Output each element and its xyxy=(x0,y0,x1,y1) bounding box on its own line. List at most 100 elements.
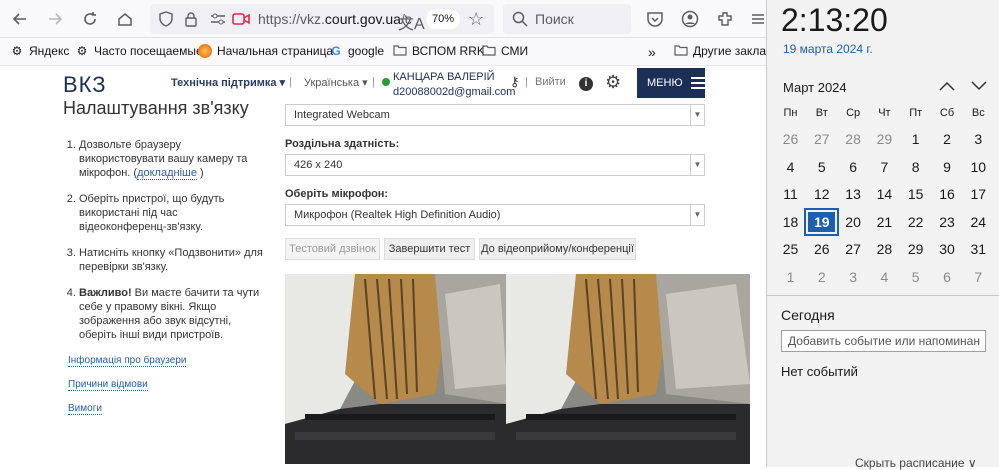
calendar-day[interactable]: 26 xyxy=(806,237,837,261)
calendar-day[interactable]: 22 xyxy=(900,210,931,234)
weekday-label: Сб xyxy=(939,107,955,119)
chevron-down-icon[interactable] xyxy=(971,78,987,94)
calendar-day[interactable]: 2 xyxy=(806,265,837,289)
calendar-day[interactable]: 29 xyxy=(869,127,900,151)
bookmark-folder-other[interactable]: Другие закладк xyxy=(674,44,778,58)
calendar-day[interactable]: 7 xyxy=(869,155,900,179)
calendar-day[interactable]: 28 xyxy=(838,127,869,151)
requirements-link[interactable]: Вимоги xyxy=(68,403,102,415)
calendar-day[interactable]: 4 xyxy=(869,265,900,289)
search-bar[interactable]: Поиск xyxy=(503,4,631,34)
calendar-day[interactable]: 16 xyxy=(932,182,963,206)
extensions-icon[interactable] xyxy=(713,7,737,31)
folder-icon xyxy=(393,44,407,58)
calendar-day[interactable]: 2 xyxy=(932,127,963,151)
clock-time: 2:13:20 xyxy=(781,2,888,38)
resolution-select[interactable]: 426 x 240 ▼ xyxy=(285,154,705,176)
calendar-day[interactable]: 7 xyxy=(963,265,994,289)
url-bar[interactable]: https://vkz.court.gov.ua/c 文A 70% ☆ xyxy=(150,4,494,34)
site-logo[interactable]: ВКЗ xyxy=(63,72,107,98)
info-icon[interactable]: i xyxy=(579,77,593,91)
go-to-conference-button[interactable]: До відеоприйому/конференції xyxy=(479,238,636,260)
permissions-icon[interactable] xyxy=(210,11,226,32)
translate-icon[interactable]: 文A xyxy=(398,10,425,34)
calendar-day[interactable]: 6 xyxy=(932,265,963,289)
calendar-day[interactable]: 27 xyxy=(806,127,837,151)
calendar-day[interactable]: 31 xyxy=(963,237,994,261)
user-name[interactable]: КАНЦАРА ВАЛЕРІЙ xyxy=(393,71,495,83)
calendar-day[interactable]: 1 xyxy=(900,127,931,151)
calendar-day[interactable]: 1 xyxy=(775,265,806,289)
calendar-day-today[interactable]: 19 xyxy=(804,207,840,236)
language-menu[interactable]: Українська ▾ xyxy=(304,76,368,89)
details-link[interactable]: докладніше xyxy=(137,167,197,180)
chevron-up-icon[interactable] xyxy=(939,78,955,94)
calendar-day[interactable]: 14 xyxy=(869,182,900,206)
globe-icon: ⚙ xyxy=(11,44,23,58)
bookmarks-overflow-icon[interactable]: » xyxy=(648,44,656,60)
calendar-day[interactable]: 3 xyxy=(963,127,994,151)
end-test-button[interactable]: Завершити тест xyxy=(384,238,475,260)
calendar-day[interactable]: 11 xyxy=(775,182,806,206)
menu-button[interactable]: МЕНЮ xyxy=(637,68,709,98)
calendar-day[interactable]: 20 xyxy=(838,210,869,234)
calendar-day[interactable]: 3 xyxy=(838,265,869,289)
bookmark-google[interactable]: Ggoogle xyxy=(329,44,384,58)
account-icon[interactable] xyxy=(678,7,702,31)
calendar-day[interactable]: 6 xyxy=(838,155,869,179)
home-icon[interactable] xyxy=(113,7,137,31)
instructions-list: Дозвольте браузеру використовувати вашу … xyxy=(67,138,267,354)
calendar-day[interactable]: 9 xyxy=(932,155,963,179)
add-event-input[interactable]: Добавить событие или напоминан xyxy=(781,330,986,352)
calendar-day[interactable]: 10 xyxy=(963,155,994,179)
bookmark-folder-vspom[interactable]: ВСПОМ RRK xyxy=(393,44,485,58)
calendar-day[interactable]: 24 xyxy=(963,210,994,234)
hide-schedule-button[interactable]: Скрыть расписание ∨ xyxy=(855,456,977,470)
rejection-reasons-link[interactable]: Причини відмови xyxy=(68,379,148,391)
calendar-day[interactable]: 12 xyxy=(806,182,837,206)
logout-link[interactable]: Вийти xyxy=(535,76,566,88)
camera-select[interactable]: Integrated Webcam ▼ xyxy=(285,104,705,126)
camera-active-icon[interactable] xyxy=(232,12,250,31)
calendar-day[interactable]: 5 xyxy=(806,155,837,179)
current-date-link[interactable]: 19 марта 2024 г. xyxy=(783,42,873,56)
zoom-level[interactable]: 70% xyxy=(426,9,460,29)
browser-info-link[interactable]: Інформація про браузери xyxy=(68,355,187,367)
test-call-button[interactable]: Тестовий дзвінок xyxy=(285,238,380,260)
month-title[interactable]: Март 2024 xyxy=(783,80,847,95)
key-icon[interactable]: ⚷ xyxy=(510,74,520,90)
bookmark-yandex[interactable]: ⚙ Яндекс xyxy=(10,44,70,58)
calendar-day[interactable]: 4 xyxy=(775,155,806,179)
calendar-day[interactable]: 8 xyxy=(900,155,931,179)
nav-separator: | xyxy=(289,76,292,88)
calendar-day[interactable]: 28 xyxy=(869,237,900,261)
pocket-icon[interactable] xyxy=(643,7,667,31)
microphone-select[interactable]: Микрофон (Realtek High Definition Audio)… xyxy=(285,204,705,226)
settings-gear-icon[interactable]: ⚙ xyxy=(605,72,621,93)
calendar-day[interactable]: 30 xyxy=(932,237,963,261)
online-status-dot xyxy=(382,78,390,86)
calendar-day[interactable]: 15 xyxy=(900,182,931,206)
resolution-label: Роздільна здатність: xyxy=(285,138,400,150)
bookmark-start-page[interactable]: Начальная страница xyxy=(198,44,333,58)
bookmark-folder-smi[interactable]: СМИ xyxy=(482,44,528,58)
calendar-day[interactable]: 29 xyxy=(900,237,931,261)
nav-separator: | xyxy=(525,76,528,88)
calendar-day[interactable]: 23 xyxy=(932,210,963,234)
calendar-day[interactable]: 18 xyxy=(775,210,806,234)
calendar-day[interactable]: 27 xyxy=(838,237,869,261)
lock-icon[interactable] xyxy=(184,11,198,32)
shield-icon[interactable] xyxy=(158,11,174,32)
forward-icon[interactable] xyxy=(43,7,67,31)
calendar-day[interactable]: 26 xyxy=(775,127,806,151)
reload-icon[interactable] xyxy=(78,7,102,31)
calendar-day[interactable]: 25 xyxy=(775,237,806,261)
bookmark-star-icon[interactable]: ☆ xyxy=(468,9,484,30)
back-icon[interactable] xyxy=(8,7,32,31)
calendar-day[interactable]: 17 xyxy=(963,182,994,206)
calendar-day[interactable]: 13 xyxy=(838,182,869,206)
bookmark-frequent[interactable]: ⚙ Часто посещаемые xyxy=(75,44,203,58)
support-menu[interactable]: Технічна підтримка ▾ xyxy=(171,76,285,89)
calendar-day[interactable]: 21 xyxy=(869,210,900,234)
calendar-day[interactable]: 5 xyxy=(900,265,931,289)
